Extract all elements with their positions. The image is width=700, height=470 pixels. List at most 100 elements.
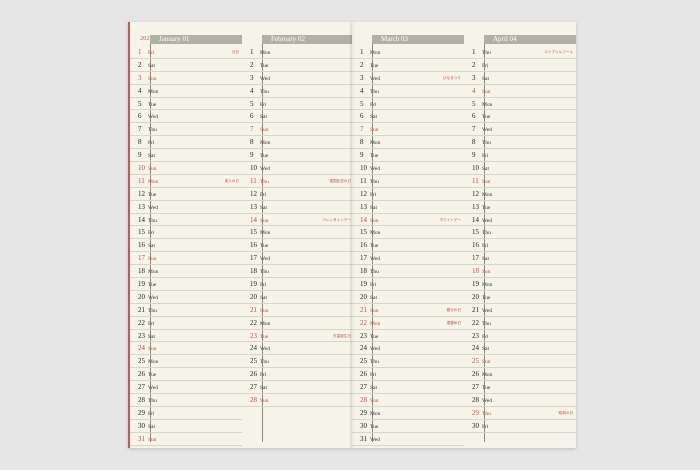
day-number: 7 [360, 125, 364, 134]
weekday-label: Fri [482, 62, 489, 69]
weekday-label: Mon [370, 50, 381, 56]
day-number: 19 [472, 280, 479, 289]
day-number: 5 [138, 99, 142, 108]
weekday-label: Tue [260, 62, 269, 69]
day-number: 16 [472, 241, 479, 250]
weekday-label: Thu [370, 359, 379, 366]
weekday-label: Thu [148, 307, 157, 314]
weekday-label: Wed [260, 75, 270, 82]
weekday-label: Mon [370, 230, 381, 237]
weekday-label: Thu [482, 410, 491, 417]
day-number: 1 [250, 48, 254, 56]
weekday-label: Fri [260, 282, 267, 289]
weekday-label: Sat [148, 153, 156, 160]
day-row: 3 Sat [464, 72, 576, 85]
weekday-label: Fri [370, 372, 377, 379]
day-number: 15 [138, 228, 145, 237]
day-number: 2 [138, 60, 142, 69]
day-row: 19 Mon [464, 278, 576, 291]
weekday-label: Wed [370, 346, 380, 353]
day-row: 6 Tue [464, 110, 576, 124]
weekday-label: Sun [148, 75, 157, 82]
day-row: 1 Fri 元日 [130, 46, 242, 59]
day-number: 8 [472, 138, 476, 147]
day-row: 21 Sun 春分の日 [352, 304, 464, 317]
day-row: 27 Sat [242, 381, 354, 395]
day-row: 5 Mon [464, 98, 576, 111]
weekday-label: Sun [482, 178, 491, 185]
day-number: 3 [472, 73, 476, 82]
day-row: 18 Thu [352, 265, 464, 279]
weekday-label: Tue [482, 114, 491, 121]
day-number: 20 [250, 292, 257, 301]
day-row: 20 Sat [352, 291, 464, 304]
weekday-label: Wed [260, 256, 270, 263]
day-number: 14 [138, 215, 145, 224]
day-number: 25 [360, 357, 367, 366]
weekday-label: Fri [148, 230, 155, 237]
day-row: 26 Tue [130, 368, 242, 382]
day-row: 14 Sun バレンタインデー [242, 214, 354, 227]
day-row: 2 Sat [130, 59, 242, 72]
weekday-label: Mon [148, 269, 159, 276]
month-header: February 02 [262, 35, 354, 44]
weekday-label: Mon [260, 320, 271, 327]
weekday-label: Fri [482, 423, 489, 430]
weekday-label: Mon [148, 88, 159, 95]
day-number: 22 [472, 318, 479, 327]
weekday-label: Mon [482, 191, 493, 198]
weekday-label: Sat [482, 256, 490, 263]
day-row: 1 Mon [242, 46, 354, 59]
day-row: 4 Thu [352, 85, 464, 98]
day-row: 22 Mon [242, 317, 354, 330]
weekday-label: Mon [148, 178, 159, 185]
day-row: 23 Tue 天皇誕生日 [242, 330, 354, 343]
day-number: 1 [138, 48, 142, 56]
weekday-label: Fri [148, 410, 155, 417]
day-row: 17 Sun [130, 252, 242, 266]
day-number: 17 [138, 254, 145, 263]
weekday-label: Tue [148, 101, 157, 108]
day-number: 4 [360, 86, 364, 95]
holiday-note: 元日 [231, 50, 239, 54]
weekday-label: Sat [260, 204, 268, 211]
day-number: 25 [138, 357, 145, 366]
day-row: 25 Thu [242, 355, 354, 369]
weekday-label: Sun [148, 256, 157, 263]
weekday-label: Tue [260, 333, 269, 340]
weekday-label: Sun [148, 166, 157, 173]
day-row: 18 Sun [464, 265, 576, 279]
day-row: 10 Sun [130, 162, 242, 175]
day-number: 27 [250, 383, 257, 392]
book-spine [350, 22, 354, 448]
holiday-note: 振替休日 [446, 320, 461, 325]
day-number: 22 [250, 318, 257, 327]
holiday-note: 昭和の日 [558, 410, 573, 415]
day-rows: 1 Mon 2 Tue 3 Wed ひなまつり 4 Thu 5 Fri 6 Sat 7 Sun 8 Mon 9 Tu… [352, 46, 464, 446]
day-number: 13 [138, 202, 145, 211]
weekday-label: Sat [370, 294, 378, 301]
holiday-note: 春分の日 [446, 307, 461, 312]
day-number: 1 [472, 48, 476, 56]
weekday-label: Tue [260, 243, 269, 250]
day-number: 17 [472, 254, 479, 263]
day-number: 23 [250, 331, 257, 340]
weekday-label: Thu [482, 230, 491, 237]
month-header: January 01 [150, 35, 242, 44]
day-row: 27 Tue [464, 381, 576, 395]
day-number: 28 [138, 396, 145, 405]
day-row: 5 Fri [242, 98, 354, 111]
day-number: 3 [250, 73, 254, 82]
day-row: 21 Sun [242, 304, 354, 317]
weekday-label: Sat [148, 333, 156, 340]
weekday-label: Sat [148, 423, 156, 430]
day-row: 30 Tue [352, 420, 464, 433]
day-number: 10 [250, 164, 257, 173]
day-row: 11 Sun [464, 175, 576, 188]
weekday-label: Thu [482, 320, 491, 327]
weekday-label: Sat [482, 75, 490, 82]
holiday-note: バレンタインデー [322, 217, 351, 222]
weekday-label: Fri [148, 140, 155, 147]
day-row: 29 Mon [352, 407, 464, 420]
day-number: 12 [360, 189, 367, 198]
